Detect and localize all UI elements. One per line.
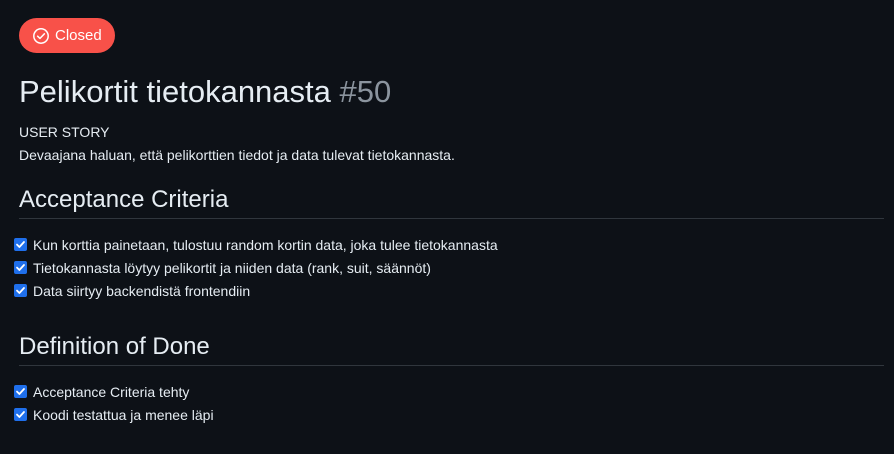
check-icon xyxy=(16,264,25,271)
task-checkbox[interactable] xyxy=(14,385,27,398)
definition-of-done-title: Definition of Done xyxy=(19,332,884,366)
status-label: Closed xyxy=(55,27,102,44)
task-checkbox[interactable] xyxy=(14,408,27,421)
issue-page: Closed Pelikortit tietokannasta #50 USER… xyxy=(14,18,884,426)
definition-of-done-list: Acceptance Criteria tehty Koodi testattu… xyxy=(14,380,884,426)
task-checkbox[interactable] xyxy=(14,261,27,274)
task-label: Kun korttia painetaan, tulostuu random k… xyxy=(33,236,498,253)
acceptance-criteria-list: Kun korttia painetaan, tulostuu random k… xyxy=(14,233,884,302)
task-checkbox[interactable] xyxy=(14,284,27,297)
list-item: Data siirtyy backendistä frontendiin xyxy=(14,279,884,302)
user-story-text: Devaajana haluan, että pelikorttien tied… xyxy=(19,147,455,163)
task-label: Koodi testattua ja menee läpi xyxy=(33,406,214,423)
issue-number: #50 xyxy=(339,74,392,109)
task-label: Data siirtyy backendistä frontendiin xyxy=(33,282,251,299)
acceptance-criteria-title: Acceptance Criteria xyxy=(19,185,884,219)
list-item: Tietokannasta löytyy pelikortit ja niide… xyxy=(14,256,884,279)
check-icon xyxy=(16,241,25,248)
status-badge: Closed xyxy=(19,18,115,53)
check-icon xyxy=(16,287,25,294)
list-item: Kun korttia painetaan, tulostuu random k… xyxy=(14,233,884,256)
issue-title: Pelikortit tietokannasta xyxy=(19,74,331,109)
check-icon xyxy=(16,411,25,418)
user-story-heading: USER STORY xyxy=(19,124,110,140)
task-checkbox[interactable] xyxy=(14,238,27,251)
list-item: Koodi testattua ja menee läpi xyxy=(14,403,884,426)
check-circle-icon xyxy=(32,27,50,45)
task-label: Tietokannasta löytyy pelikortit ja niide… xyxy=(33,259,431,276)
task-label: Acceptance Criteria tehty xyxy=(33,383,190,400)
list-item: Acceptance Criteria tehty xyxy=(14,380,884,403)
check-icon xyxy=(16,388,25,395)
page-title: Pelikortit tietokannasta #50 xyxy=(19,72,884,112)
